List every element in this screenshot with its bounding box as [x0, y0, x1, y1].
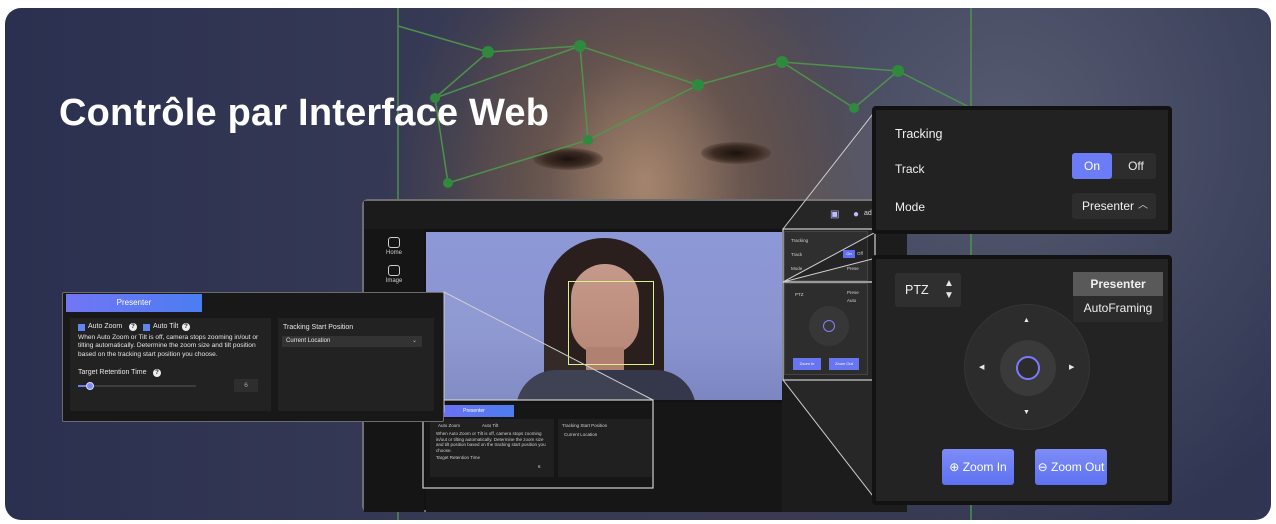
help-icon[interactable]: ?	[153, 369, 161, 377]
zoom-in-icon: ⊕	[949, 460, 963, 474]
zoom-in-button[interactable]: ⊕ Zoom In	[942, 449, 1014, 485]
ptz-card: PTZ ▲ ▼ Presenter AutoFraming ▲ ▼ ◀ ▶ ⊕ Z…	[872, 255, 1172, 505]
start-position-box: Tracking Start Position Current Location…	[278, 318, 434, 411]
retention-slider-thumb[interactable]	[85, 382, 94, 390]
track-toggle[interactable]: On Off	[1072, 153, 1156, 179]
auto-settings-box: Auto Zoom ? Auto Tilt ? When Auto Zoom o…	[70, 318, 271, 411]
presenter-tab[interactable]: Presenter	[66, 294, 202, 312]
presenter-card: Presenter Auto Zoom ? Auto Tilt ? When A…	[62, 292, 444, 422]
retention-label: Target Retention Time	[78, 369, 147, 376]
help-icon[interactable]: ?	[182, 323, 190, 331]
pan-left-arrow-icon[interactable]: ◀	[979, 363, 984, 371]
start-position-value: Current Location	[286, 338, 331, 344]
zoom-out-button[interactable]: ⊖ Zoom Out	[1035, 449, 1107, 485]
start-position-select[interactable]: Current Location ⌄	[282, 336, 422, 347]
zoom-out-label: Zoom Out	[1051, 460, 1105, 474]
up-down-icon: ▲ ▼	[944, 278, 954, 301]
zoom-in-label: Zoom In	[962, 460, 1007, 474]
joystick-knob[interactable]	[1016, 356, 1040, 380]
auto-tilt-checkbox[interactable]	[143, 324, 150, 331]
ptz-mode-dropdown: Presenter AutoFraming	[1073, 272, 1163, 322]
pan-up-arrow-icon[interactable]: ▲	[1023, 317, 1030, 324]
mode-select[interactable]: Presenter ︿	[1072, 193, 1156, 219]
auto-zoom-checkbox[interactable]	[78, 324, 85, 331]
retention-slider[interactable]	[78, 382, 196, 390]
mode-select-value: Presenter	[1082, 199, 1135, 213]
chevron-up-icon: ︿	[1138, 200, 1148, 211]
ptz-mode-label: PTZ	[905, 283, 929, 297]
mode-label: Mode	[895, 200, 926, 214]
retention-value[interactable]: 6	[234, 379, 258, 392]
dropdown-option-presenter[interactable]: Presenter	[1073, 272, 1163, 296]
auto-zoom-label: Auto Zoom	[88, 323, 123, 330]
track-off-button[interactable]: Off	[1116, 153, 1156, 179]
ptz-mode-select[interactable]: PTZ ▲ ▼	[895, 273, 961, 307]
chevron-down-icon: ⌄	[411, 338, 417, 344]
tracking-card: Tracking Track On Off Mode Presenter ︿	[872, 106, 1172, 234]
track-label: Track	[895, 162, 925, 176]
auto-description: When Auto Zoom or Tilt is off, camera st…	[78, 334, 259, 358]
start-position-label: Tracking Start Position	[283, 324, 354, 331]
tracking-title: Tracking	[895, 127, 943, 141]
ptz-joystick[interactable]: ▲ ▼ ◀ ▶	[964, 304, 1090, 430]
pan-down-arrow-icon[interactable]: ▼	[1023, 409, 1030, 416]
dropdown-option-autoframing[interactable]: AutoFraming	[1073, 296, 1163, 320]
zoom-out-icon: ⊖	[1037, 460, 1052, 474]
help-icon[interactable]: ?	[129, 323, 137, 331]
pan-right-arrow-icon[interactable]: ▶	[1069, 363, 1074, 371]
joystick-center	[1000, 340, 1056, 396]
track-on-button[interactable]: On	[1072, 153, 1112, 179]
auto-tilt-label: Auto Tilt	[153, 323, 179, 330]
